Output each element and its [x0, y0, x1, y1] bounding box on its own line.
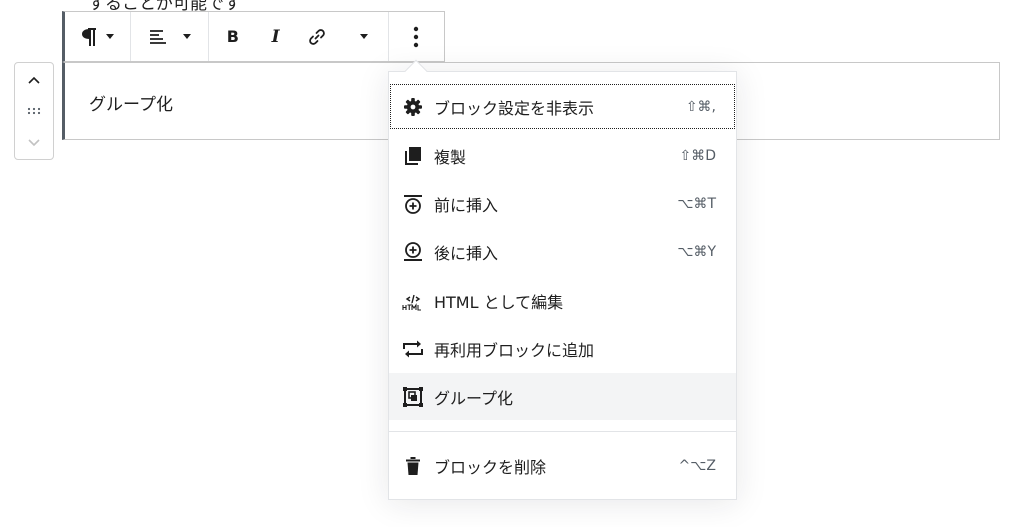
align-left-icon	[149, 29, 166, 44]
menu-item-shortcut: ⌥⌘Y	[677, 243, 716, 260]
menu-item-label: HTML として編集	[434, 292, 564, 312]
menu-item-shortcut: ^⌥Z	[678, 457, 716, 474]
pilcrow-icon	[82, 27, 96, 46]
move-up-button[interactable]	[15, 65, 53, 95]
duplicate-icon	[405, 146, 421, 165]
formatting-group: B I	[209, 12, 389, 61]
menu-item-shortcut: ⌥⌘T	[677, 195, 716, 212]
more-options-group	[389, 12, 443, 61]
drag-handle[interactable]	[15, 96, 53, 126]
insert-after-icon	[404, 241, 422, 261]
menu-item-label: 後に挿入	[434, 243, 499, 263]
insert-before-icon	[404, 194, 422, 214]
menu-separator	[389, 431, 736, 432]
link-icon	[309, 28, 326, 45]
menu-item-insert-after[interactable]: 後に挿入 ⌥⌘Y	[389, 228, 736, 275]
reusable-block-icon	[403, 340, 423, 357]
html-icon	[402, 294, 421, 311]
menu-item-label: 複製	[434, 147, 467, 167]
menu-item-shortcut: ⇧⌘,	[685, 98, 716, 115]
italic-button[interactable]: I	[257, 12, 295, 61]
menu-item-label: 前に挿入	[434, 195, 499, 215]
block-settings-menu: ブロック設定を非表示 ⇧⌘, 複製 ⇧⌘D 前に挿入 ⌥⌘T 後に挿入 ⌥⌘Y …	[388, 71, 737, 500]
menu-item-group[interactable]: グループ化	[389, 373, 736, 420]
menu-item-hide-block-settings[interactable]: ブロック設定を非表示 ⇧⌘,	[389, 83, 736, 130]
block-toolbar: B I	[62, 11, 445, 62]
chevron-up-icon	[28, 76, 40, 84]
block-switcher-group	[65, 12, 131, 61]
menu-item-label: ブロック設定を非表示	[434, 98, 595, 118]
menu-item-label: ブロックを削除	[434, 457, 547, 477]
vertical-ellipsis-icon	[413, 26, 419, 47]
menu-item-remove-block[interactable]: ブロックを削除 ^⌥Z	[389, 442, 736, 489]
menu-item-edit-as-html[interactable]: HTML として編集	[389, 277, 736, 324]
menu-item-duplicate[interactable]: 複製 ⇧⌘D	[389, 132, 736, 179]
trash-icon	[406, 456, 420, 475]
block-type-button[interactable]	[65, 12, 130, 61]
group-icon	[403, 386, 423, 407]
menu-item-add-reusable-block[interactable]: 再利用ブロックに追加	[389, 325, 736, 372]
move-down-button[interactable]	[15, 127, 53, 157]
more-options-button[interactable]	[389, 12, 443, 61]
caret-down-icon	[106, 34, 114, 39]
caret-down-icon	[360, 34, 369, 39]
link-button[interactable]	[295, 12, 341, 61]
menu-item-label: グループ化	[434, 388, 514, 408]
gear-icon	[404, 97, 422, 116]
menu-item-insert-before[interactable]: 前に挿入 ⌥⌘T	[389, 180, 736, 227]
bold-button[interactable]: B	[209, 12, 257, 61]
align-button[interactable]	[131, 12, 208, 61]
block-text[interactable]: グループ化	[89, 90, 173, 115]
alignment-group	[131, 12, 209, 61]
menu-item-shortcut: ⇧⌘D	[679, 147, 716, 164]
block-mover	[14, 62, 54, 160]
caret-down-icon	[182, 34, 191, 39]
menu-item-label: 再利用ブロックに追加	[434, 340, 595, 360]
drag-handle-icon	[27, 107, 41, 115]
more-formatting-button[interactable]	[340, 12, 388, 61]
chevron-down-icon	[28, 139, 40, 147]
